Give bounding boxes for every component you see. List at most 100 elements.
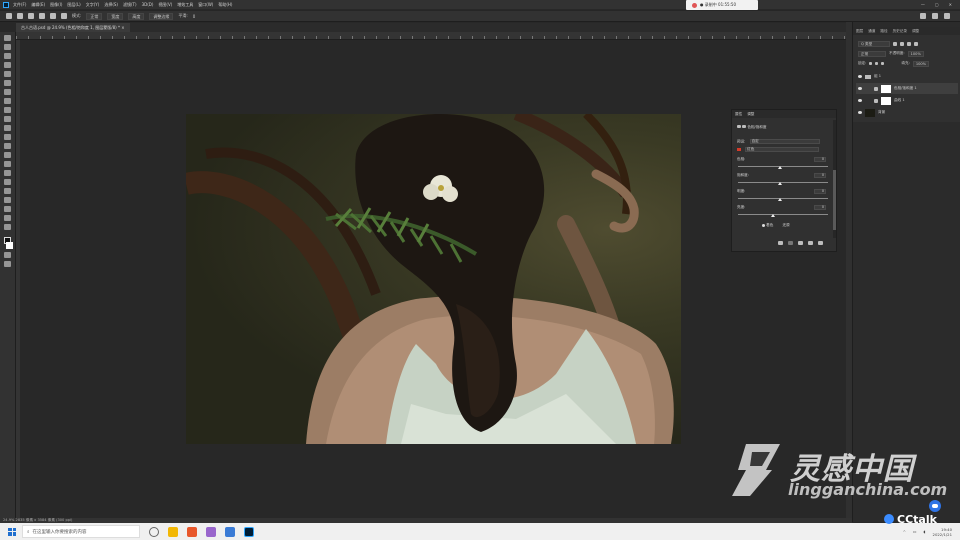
- lock-position-icon[interactable]: [875, 62, 879, 65]
- hand-tool-icon[interactable]: [4, 206, 11, 212]
- lasso-tool-icon[interactable]: [4, 53, 11, 59]
- app-blue-icon[interactable]: [225, 526, 235, 537]
- menu-item-3d[interactable]: 3D(D): [142, 0, 154, 9]
- lightness-slider-track[interactable]: [738, 198, 828, 199]
- shape-filter-icon[interactable]: [914, 41, 918, 46]
- home-icon[interactable]: [6, 13, 12, 19]
- zoom-tool-icon[interactable]: [4, 215, 11, 221]
- eye-icon[interactable]: [858, 111, 862, 114]
- view-previous-icon[interactable]: [788, 241, 793, 245]
- smooth-value[interactable]: 0: [193, 14, 196, 19]
- tab-properties[interactable]: 属性: [735, 110, 742, 118]
- menu-item-plugins[interactable]: 增效工具: [177, 0, 193, 9]
- eye-icon[interactable]: [858, 87, 862, 90]
- quick-select-tool-icon[interactable]: [4, 62, 11, 68]
- menu-item-image[interactable]: 图像(I): [50, 0, 62, 9]
- more-tools-icon[interactable]: [4, 224, 11, 230]
- crop-tool-icon[interactable]: [4, 71, 11, 77]
- trash-icon[interactable]: [818, 241, 823, 245]
- layer-kind-filter[interactable]: Q 类型: [858, 40, 890, 47]
- app-m-icon[interactable]: [206, 526, 216, 537]
- maximize-icon[interactable]: ▢: [935, 0, 939, 9]
- healing-tool-icon[interactable]: [4, 98, 11, 104]
- shape-tool-icon[interactable]: [4, 197, 11, 203]
- pen-tool-icon[interactable]: [4, 170, 11, 176]
- horizontal-ruler[interactable]: [16, 32, 846, 40]
- hue-slider-track[interactable]: [738, 166, 828, 167]
- minimize-icon[interactable]: —: [921, 0, 925, 9]
- lock-all-icon[interactable]: [881, 62, 885, 65]
- width-field[interactable]: 宽度: [107, 12, 124, 20]
- type-filter-icon[interactable]: [907, 41, 911, 46]
- history-brush-tool-icon[interactable]: [4, 125, 11, 131]
- subtract-selection-icon[interactable]: [50, 13, 56, 19]
- task-view-icon[interactable]: [149, 526, 159, 537]
- tab-adjust[interactable]: 调整: [912, 27, 919, 35]
- intersect-selection-icon[interactable]: [61, 13, 67, 19]
- eraser-tool-icon[interactable]: [4, 134, 11, 140]
- menu-item-type[interactable]: 文字(Y): [86, 0, 100, 9]
- pixel-filter-icon[interactable]: [893, 41, 897, 46]
- saturation-slider-thumb[interactable]: [778, 182, 782, 185]
- menu-item-edit[interactable]: 编辑(E): [31, 0, 45, 9]
- frame-tool-icon[interactable]: [4, 80, 11, 86]
- chat-bubble-icon[interactable]: [929, 500, 941, 512]
- mode-select[interactable]: 正常: [86, 12, 103, 20]
- photoshop-taskbar-icon[interactable]: [244, 526, 254, 537]
- saturation-value[interactable]: 0: [814, 173, 826, 178]
- channel-select[interactable]: 红色: [745, 147, 820, 152]
- layer-row-curves[interactable]: 曲线 1: [856, 95, 958, 106]
- menu-item-window[interactable]: 窗口(W): [198, 0, 213, 9]
- document-tab[interactable]: 古人古语.psd @ 24.9% (色相/饱和度 1, 图层蒙版/8) * ×: [16, 23, 130, 32]
- tab-adjustments[interactable]: 调整: [747, 110, 754, 118]
- menu-item-layer[interactable]: 图层(L): [67, 0, 80, 9]
- properties-scrollbar[interactable]: [833, 120, 836, 238]
- app-c-icon[interactable]: [187, 526, 197, 537]
- type-tool-icon[interactable]: [4, 179, 11, 185]
- menu-item-select[interactable]: 选择(S): [104, 0, 118, 9]
- clip-to-layer-icon[interactable]: [778, 241, 783, 245]
- tab-layers[interactable]: 图层: [856, 27, 863, 35]
- layer-mask-thumbnail[interactable]: [881, 84, 891, 93]
- stamp-tool-icon[interactable]: [4, 116, 11, 122]
- opacity-field[interactable]: 100%: [907, 50, 924, 57]
- refine-edge-button[interactable]: 调整边缘: [149, 12, 174, 20]
- reset-label[interactable]: 还原: [783, 223, 790, 227]
- colorize-icon[interactable]: [762, 223, 765, 227]
- screen-mode-icon[interactable]: [4, 261, 11, 267]
- menu-item-file[interactable]: 文件(F): [13, 0, 26, 9]
- gradient-tool-icon[interactable]: [4, 143, 11, 149]
- height-field[interactable]: 高度: [128, 12, 145, 20]
- new-selection-icon[interactable]: [28, 13, 34, 19]
- marquee-tool-icon[interactable]: [4, 44, 11, 50]
- menu-item-view[interactable]: 视图(V): [158, 0, 172, 9]
- reset-icon[interactable]: [798, 241, 803, 245]
- close-icon[interactable]: ✕: [949, 0, 952, 9]
- volume-icon[interactable]: ◖: [924, 529, 926, 534]
- layer-row-hue-saturation[interactable]: 色相/饱和度 1: [856, 83, 958, 94]
- layer-thumbnail[interactable]: [865, 108, 875, 117]
- file-explorer-icon[interactable]: [168, 526, 178, 537]
- lightness-value[interactable]: 0: [814, 189, 826, 194]
- dodge-tool-icon[interactable]: [4, 161, 11, 167]
- quick-mask-icon[interactable]: [4, 252, 11, 258]
- tray-chevron-icon[interactable]: ^: [903, 529, 906, 534]
- adjust-filter-icon[interactable]: [900, 41, 904, 46]
- layer-row-group[interactable]: 组 1: [856, 71, 958, 82]
- properties-scroll-thumb[interactable]: [833, 170, 836, 230]
- layer-mask-thumbnail[interactable]: [881, 96, 891, 105]
- search-icon[interactable]: [932, 13, 938, 19]
- background-color-swatch[interactable]: [6, 242, 13, 249]
- add-selection-icon[interactable]: [39, 13, 45, 19]
- menu-item-filter[interactable]: 滤镜(T): [123, 0, 137, 9]
- menu-item-help[interactable]: 帮助(H): [218, 0, 232, 9]
- mask-icon[interactable]: [742, 125, 747, 128]
- tray-clock[interactable]: 19:40 2022/1/21: [933, 527, 952, 537]
- lock-pixels-icon[interactable]: [869, 62, 873, 65]
- eye-icon[interactable]: [858, 99, 862, 102]
- tab-channels[interactable]: 通道: [868, 27, 875, 35]
- taskbar-search[interactable]: ⌕ 在这里输入你要搜索的内容: [22, 525, 140, 538]
- eyedropper-tool-icon[interactable]: [4, 89, 11, 95]
- layer-row-background[interactable]: 背景: [856, 107, 958, 118]
- move-tool-icon[interactable]: [4, 35, 11, 41]
